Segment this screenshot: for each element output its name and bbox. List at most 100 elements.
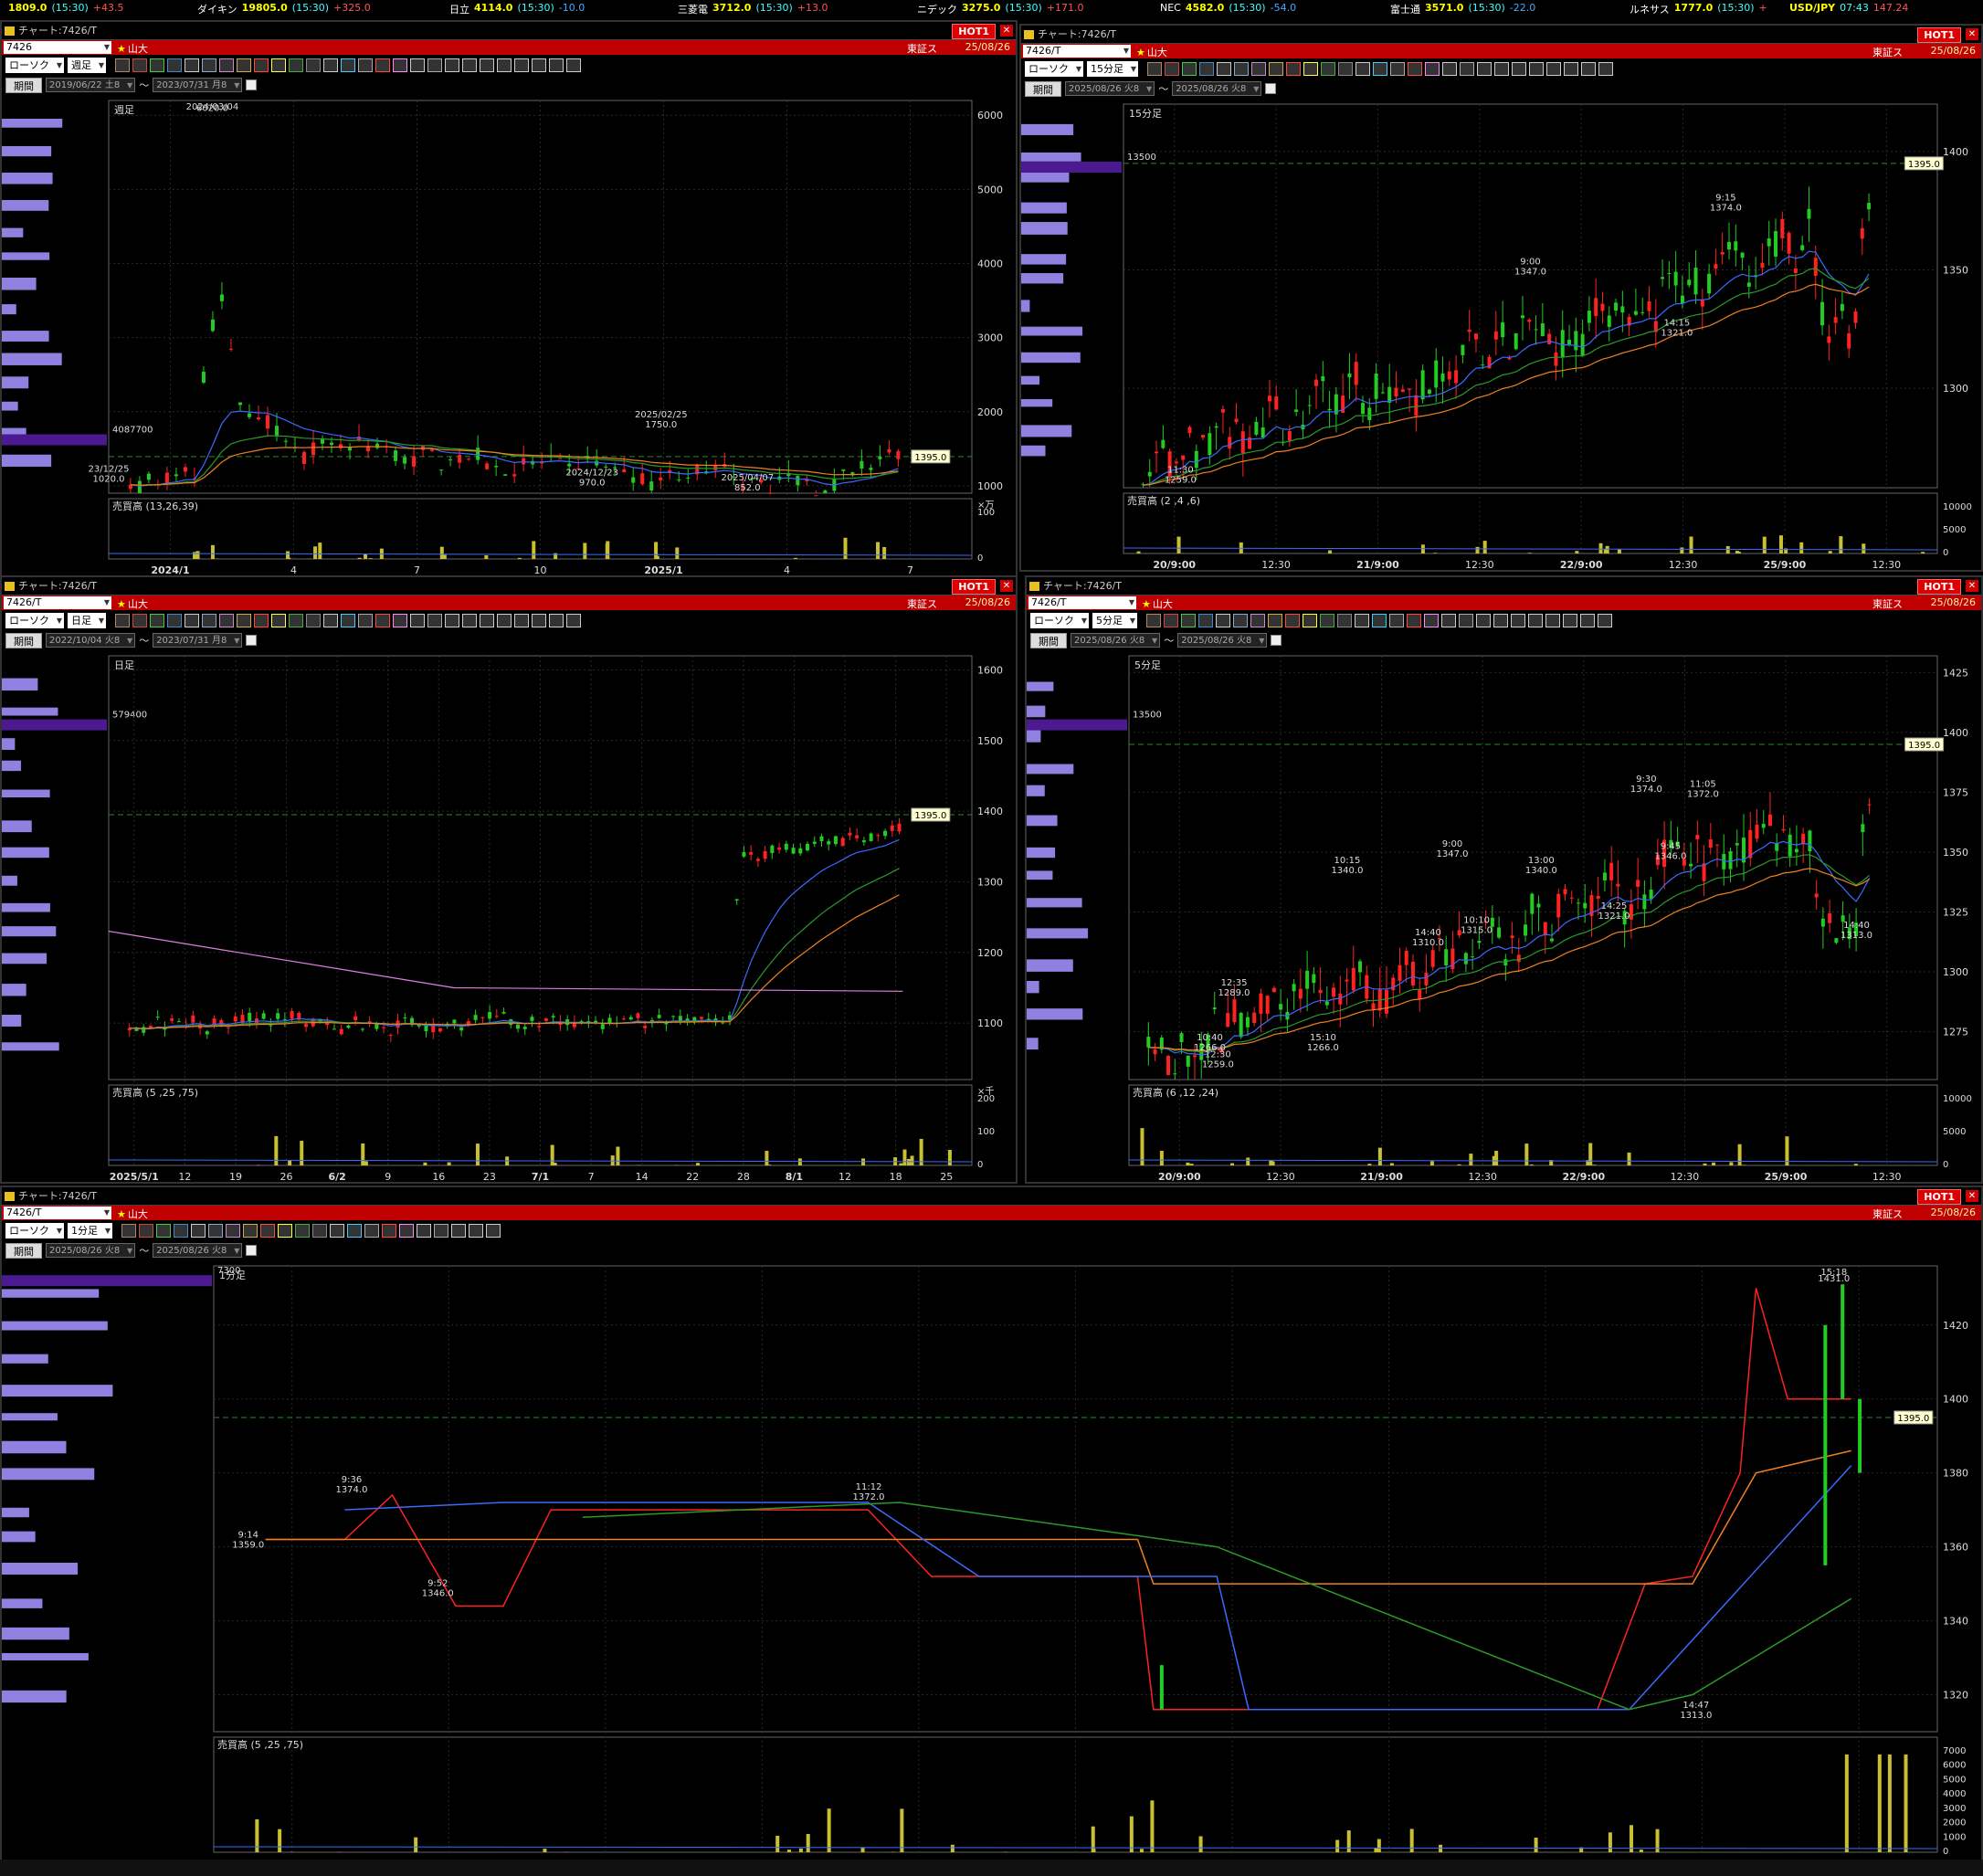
tool-icon[interactable]: [480, 58, 494, 72]
tool-icon[interactable]: [1494, 61, 1509, 76]
tool-icon[interactable]: [254, 58, 269, 72]
window-titlebar[interactable]: チャート:7426/T: [1021, 26, 1981, 44]
tool-icon[interactable]: [1234, 61, 1249, 76]
tool-icon[interactable]: [497, 613, 512, 627]
chart-type-select[interactable]: ローソク: [5, 57, 64, 73]
tool-icon[interactable]: [1164, 613, 1178, 627]
chart-canvas[interactable]: 4087700週足1000200030004000500060002024/1 4…: [2, 95, 1018, 577]
tool-icon[interactable]: [393, 613, 407, 627]
tool-icon[interactable]: [382, 1223, 396, 1238]
chart-canvas[interactable]: 13500 5分足 1275 1300 1325 1350 1375 1400 1425 20/9…: [1027, 650, 1983, 1184]
tool-icon[interactable]: [1493, 613, 1508, 627]
tool-icon[interactable]: [427, 613, 442, 627]
tool-icon[interactable]: [445, 58, 459, 72]
tool-icon[interactable]: [208, 1223, 223, 1238]
tool-icon[interactable]: [1165, 61, 1179, 76]
tool-icon[interactable]: [549, 58, 564, 72]
tool-icon[interactable]: [306, 58, 321, 72]
tool-icon[interactable]: [139, 1223, 153, 1238]
range-checkbox[interactable]: [246, 79, 258, 90]
tool-icon[interactable]: [1250, 613, 1265, 627]
tool-icon[interactable]: [514, 613, 529, 627]
tool-icon[interactable]: [237, 613, 251, 627]
tool-icon[interactable]: [1529, 61, 1544, 76]
tool-icon[interactable]: [289, 613, 303, 627]
tool-icon[interactable]: [1408, 61, 1422, 76]
tool-icon[interactable]: [1598, 61, 1613, 76]
tool-icon[interactable]: [375, 613, 390, 627]
tool-icon[interactable]: [1460, 61, 1474, 76]
ticker-item[interactable]: 三菱電 3712.0 (15:30) +13.0: [678, 2, 828, 16]
period-button[interactable]: 期間: [1025, 80, 1061, 97]
ticker-item[interactable]: ルネサス 1777.0 (15:30) +: [1630, 2, 1767, 16]
close-button[interactable]: ✕: [1966, 580, 1978, 592]
tool-icon[interactable]: [1338, 61, 1353, 76]
ticker-item[interactable]: 日立 4114.0 (15:30) -10.0: [449, 2, 585, 16]
range-checkbox[interactable]: [246, 635, 258, 646]
window-titlebar[interactable]: チャート:7426/T: [2, 577, 1016, 595]
tool-icon[interactable]: [132, 58, 147, 72]
tool-icon[interactable]: [410, 58, 425, 72]
tool-icon[interactable]: [486, 1223, 501, 1238]
tool-icon[interactable]: [323, 58, 338, 72]
chart-window-15min[interactable]: チャート:7426/THOT1✕7426/T★山大東証ス25/08/26ローソク…: [1019, 24, 1983, 572]
symbol-input[interactable]: 7426/T: [1028, 596, 1136, 609]
tool-icon[interactable]: [1563, 613, 1577, 627]
interval-select[interactable]: 1分足: [68, 1222, 112, 1238]
tool-icon[interactable]: [185, 613, 199, 627]
window-titlebar[interactable]: チャート:7426/T: [1027, 577, 1981, 595]
tool-icon[interactable]: [341, 613, 355, 627]
tool-icon[interactable]: [1303, 61, 1318, 76]
tool-icon[interactable]: [254, 613, 269, 627]
hot-badge[interactable]: HOT1: [1917, 27, 1961, 43]
tool-icon[interactable]: [445, 613, 459, 627]
chart-type-select[interactable]: ローソク: [5, 1222, 64, 1238]
volume-panel[interactable]: [213, 1736, 1938, 1853]
tool-icon[interactable]: [271, 613, 286, 627]
from-date-field[interactable]: 2019/06/22 土8: [46, 78, 136, 92]
tool-icon[interactable]: [323, 613, 338, 627]
tool-icon[interactable]: [1424, 613, 1439, 627]
tool-icon[interactable]: [167, 58, 182, 72]
tool-icon[interactable]: [278, 1223, 292, 1238]
tool-icon[interactable]: [1598, 613, 1612, 627]
tool-icon[interactable]: [1355, 61, 1370, 76]
tool-icon[interactable]: [1372, 613, 1387, 627]
tool-icon[interactable]: [1269, 61, 1283, 76]
tool-icon[interactable]: [497, 58, 512, 72]
chart-canvas[interactable]: 73001分足1320134013601380140014209:3010:00…: [2, 1260, 1983, 1871]
tool-icon[interactable]: [1477, 61, 1492, 76]
tool-icon[interactable]: [427, 58, 442, 72]
to-date-field[interactable]: 2023/07/31 月8: [153, 78, 243, 92]
tool-icon[interactable]: [1545, 613, 1560, 627]
tool-icon[interactable]: [132, 613, 147, 627]
tool-icon[interactable]: [1286, 61, 1301, 76]
tool-icon[interactable]: [462, 58, 477, 72]
tool-icon[interactable]: [156, 1223, 171, 1238]
tool-icon[interactable]: [514, 58, 529, 72]
period-button[interactable]: 期間: [1030, 632, 1067, 648]
tool-icon[interactable]: [364, 1223, 379, 1238]
chart-type-select[interactable]: ローソク: [1030, 612, 1089, 628]
to-date-field[interactable]: 2023/07/31 月8: [153, 633, 243, 648]
tool-icon[interactable]: [1564, 61, 1578, 76]
tool-icon[interactable]: [1459, 613, 1473, 627]
ticker-item[interactable]: ニデック 3275.0 (15:30) +171.0: [917, 2, 1083, 16]
from-date-field[interactable]: 2025/08/26 火8: [46, 1243, 136, 1258]
tool-icon[interactable]: [1355, 613, 1369, 627]
chart-type-select[interactable]: ローソク: [1025, 60, 1083, 77]
tool-icon[interactable]: [347, 1223, 362, 1238]
tool-icon[interactable]: [1251, 61, 1266, 76]
chart-window-weekly[interactable]: チャート:7426/T HOT1 ✕ 7426 ★山大 東証ス 25/08/26 ローソク週足…: [0, 20, 1018, 577]
tool-icon[interactable]: [1580, 613, 1595, 627]
tool-icon[interactable]: [393, 58, 407, 72]
to-date-field[interactable]: 2025/08/26 火8: [1177, 633, 1268, 648]
tool-icon[interactable]: [1476, 613, 1491, 627]
hot-badge[interactable]: HOT1: [1917, 1189, 1961, 1205]
tool-icon[interactable]: [451, 1223, 466, 1238]
hot-badge[interactable]: HOT1: [1917, 579, 1961, 595]
tool-icon[interactable]: [1441, 613, 1456, 627]
tool-icon[interactable]: [1216, 613, 1230, 627]
tool-icon[interactable]: [417, 1223, 431, 1238]
tool-icon[interactable]: [150, 58, 164, 72]
